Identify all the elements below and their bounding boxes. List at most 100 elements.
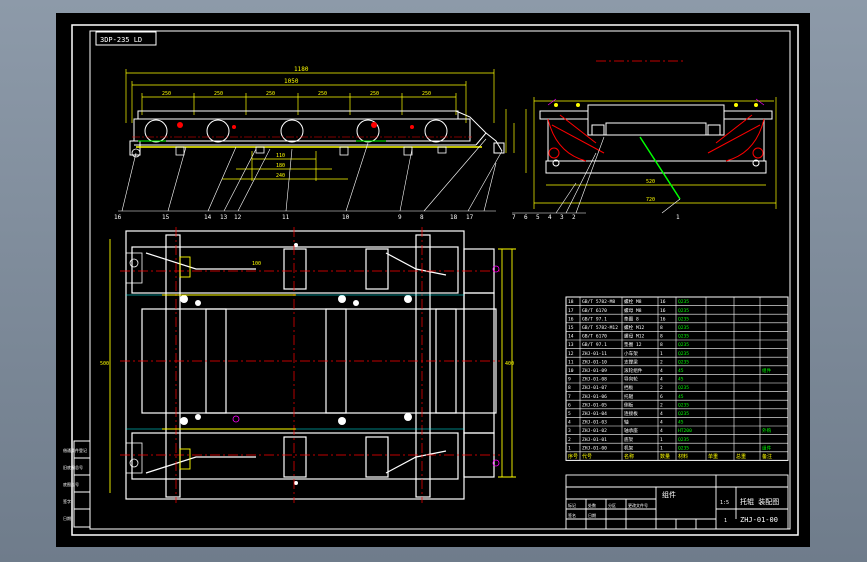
callout-16: 16 bbox=[114, 214, 122, 221]
margin-label-4: 签字 bbox=[63, 498, 71, 504]
parts-cell-name: 螺母 M8 bbox=[624, 307, 642, 314]
parts-header: 序号 bbox=[568, 453, 578, 460]
parts-cell-no: 17 bbox=[568, 308, 574, 314]
dim-pitch-5: 250 bbox=[370, 91, 379, 97]
tab-label: 3DP-235 LD bbox=[100, 36, 142, 44]
parts-cell-name: 螺母 M12 bbox=[624, 333, 644, 340]
rev-label-5: 签名 bbox=[568, 512, 576, 518]
parts-cell-no: 1 bbox=[568, 445, 571, 451]
parts-cell-no: 8 bbox=[568, 385, 571, 391]
parts-cell-material: Q235 bbox=[678, 325, 689, 331]
parts-cell-code: ZHJ-01-08 bbox=[582, 377, 607, 383]
parts-cell-qty: 4 bbox=[660, 428, 663, 434]
parts-cell-material: 45 bbox=[678, 394, 684, 400]
margin-label-1: 借通用件登记 bbox=[63, 447, 87, 453]
outer-frame bbox=[71, 24, 799, 536]
parts-cell-name: 支撑梁 bbox=[624, 358, 638, 365]
cad-canvas[interactable]: 3DP-235 LD 借通用件登记 旧底图总号 底图总号 签字 日期 1180 … bbox=[56, 13, 810, 547]
parts-cell-no: 7 bbox=[568, 394, 571, 400]
dim-mid-2: 180 bbox=[276, 163, 285, 169]
rev-label-3: 分区 bbox=[608, 502, 616, 508]
parts-cell-qty: 16 bbox=[660, 316, 666, 322]
parts-cell-qty: 6 bbox=[660, 394, 663, 400]
front-view: 1180 1050 250 250 250 250 250 250 110 18… bbox=[114, 66, 515, 221]
parts-cell-code: ZHJ-01-03 bbox=[582, 420, 607, 426]
parts-cell-name: 机架 bbox=[624, 444, 634, 451]
parts-cell-qty: 4 bbox=[660, 368, 663, 374]
parts-cell-code: ZHJ-01-00 bbox=[582, 445, 607, 451]
side-callout-7: 7 bbox=[512, 214, 516, 221]
parts-cell-no: 2 bbox=[568, 437, 571, 443]
title-sheet: 1 bbox=[724, 518, 727, 524]
parts-cell-material: 45 bbox=[678, 368, 684, 374]
plan-view: 400 500 100 bbox=[100, 227, 516, 503]
callout-10: 10 bbox=[342, 214, 350, 221]
callout-11: 11 bbox=[282, 214, 290, 221]
parts-cell-no: 12 bbox=[568, 351, 574, 357]
parts-cell-code: GB/T 5782-M12 bbox=[582, 325, 618, 331]
side-view: 520 720 7 6 5 4 3 2 1 bbox=[512, 60, 777, 221]
parts-cell-material: Q235 bbox=[678, 351, 689, 357]
parts-cell-code: ZHJ-01-11 bbox=[582, 351, 607, 357]
parts-cell-code: GB/T 97.1 bbox=[582, 342, 607, 348]
parts-cell-note: 组件 bbox=[762, 367, 772, 374]
parts-cell-code: GB/T 97.1 bbox=[582, 316, 607, 322]
parts-cell-material: HT200 bbox=[678, 428, 692, 434]
margin-label-3: 底图总号 bbox=[63, 481, 79, 487]
parts-cell-qty: 8 bbox=[660, 342, 663, 348]
callout-14: 14 bbox=[204, 214, 212, 221]
side-callout-6: 6 bbox=[524, 214, 528, 221]
title-drawing-number: ZHJ-01-00 bbox=[740, 516, 778, 524]
parts-cell-material: Q235 bbox=[678, 316, 689, 322]
parts-header: 总重 bbox=[736, 453, 746, 460]
parts-cell-code: ZHJ-01-01 bbox=[582, 437, 607, 443]
parts-cell-name: 连接板 bbox=[624, 410, 638, 417]
parts-cell-note: 组件 bbox=[762, 444, 772, 451]
side-callout-5: 5 bbox=[536, 214, 540, 221]
parts-cell-material: Q235 bbox=[678, 334, 689, 340]
dim-1050: 1050 bbox=[284, 78, 299, 85]
rev-label-2: 处数 bbox=[588, 502, 596, 508]
title-assembly: 托辊 装配图 bbox=[740, 497, 779, 506]
callout-9: 9 bbox=[398, 214, 402, 221]
cad-drawing: 3DP-235 LD 借通用件登记 旧底图总号 底图总号 签字 日期 1180 … bbox=[63, 24, 799, 536]
parts-cell-no: 6 bbox=[568, 402, 571, 408]
parts-cell-code: GB/T 5782-M8 bbox=[582, 299, 615, 305]
callout-15: 15 bbox=[162, 214, 170, 221]
parts-cell-qty: 4 bbox=[660, 420, 663, 426]
parts-cell-no: 13 bbox=[568, 342, 574, 348]
parts-cell-no: 14 bbox=[568, 334, 574, 340]
parts-header: 材料 bbox=[678, 453, 688, 460]
parts-cell-no: 16 bbox=[568, 316, 574, 322]
parts-cell-material: Q235 bbox=[678, 402, 689, 408]
parts-cell-name: 螺栓 M12 bbox=[624, 324, 644, 331]
parts-cell-code: ZHJ-01-06 bbox=[582, 394, 607, 400]
parts-cell-name: 挡板 bbox=[624, 384, 634, 391]
parts-cell-no: 15 bbox=[568, 325, 574, 331]
margin-label-5: 日期 bbox=[63, 515, 71, 521]
parts-table: 18 GB/T 5782-M8 螺栓 M8 16 Q23517 GB/T 6170 螺母 M… bbox=[565, 296, 789, 461]
parts-cell-no: 18 bbox=[568, 299, 574, 305]
parts-cell-qty: 1 bbox=[660, 437, 663, 443]
title-block: 组件 托辊 装配图 ZHJ-01-00 1:5 1 标记 处数 分区 更改文件号… bbox=[565, 474, 789, 530]
side-callout-1: 1 bbox=[676, 214, 680, 221]
plan-dim-3: 100 bbox=[252, 261, 261, 267]
parts-cell-name: 垫圈 12 bbox=[624, 341, 642, 348]
parts-cell-material: Q235 bbox=[678, 445, 689, 451]
dim-1180: 1180 bbox=[294, 66, 309, 73]
margin-label-2: 旧底图总号 bbox=[63, 464, 83, 470]
rev-label-1: 标记 bbox=[568, 502, 576, 508]
parts-cell-name: 滚轮组件 bbox=[624, 367, 643, 374]
parts-cell-name: 底架 bbox=[624, 436, 634, 443]
parts-cell-material: 45 bbox=[678, 377, 684, 383]
parts-cell-material: Q235 bbox=[678, 437, 689, 443]
callout-18: 18 bbox=[450, 214, 458, 221]
parts-cell-qty: 4 bbox=[660, 377, 663, 383]
parts-cell-qty: 2 bbox=[660, 359, 663, 365]
left-margin-block: 借通用件登记 旧底图总号 底图总号 签字 日期 bbox=[63, 440, 91, 528]
parts-cell-material: Q235 bbox=[678, 411, 689, 417]
side-dim-2: 720 bbox=[646, 197, 655, 203]
parts-cell-code: ZHJ-01-02 bbox=[582, 428, 607, 434]
parts-cell-material: Q235 bbox=[678, 359, 689, 365]
parts-cell-code: ZHJ-01-05 bbox=[582, 402, 607, 408]
